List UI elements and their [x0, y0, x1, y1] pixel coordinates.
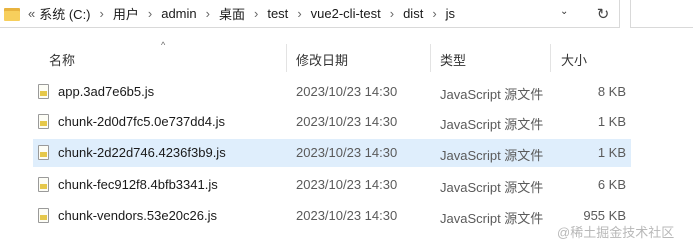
- column-header-name[interactable]: 名称: [49, 50, 75, 69]
- column-divider[interactable]: [430, 44, 431, 72]
- file-size: 1 KB: [597, 145, 626, 160]
- file-row[interactable]: chunk-2d0d7fc5.0e737dd4.js 2023/10/23 14:…: [33, 108, 631, 136]
- file-date-modified: 2023/10/23 14:30: [296, 145, 398, 160]
- address-bar[interactable]: « 系统 (C:) › 用户 › admin › 桌面 › test › vue2-cli-test…: [0, 0, 620, 28]
- breadcrumb-separator-icon[interactable]: ›: [148, 6, 152, 21]
- file-date-modified: 2023/10/23 14:30: [296, 114, 398, 129]
- file-size: 955 KB: [583, 208, 626, 223]
- breadcrumb-separator-icon[interactable]: ›: [206, 6, 210, 21]
- file-name: chunk-vendors.53e20c26.js: [58, 208, 217, 223]
- js-file-icon: [38, 145, 49, 160]
- file-name: app.3ad7e6b5.js: [58, 84, 155, 99]
- refresh-icon[interactable]: ↻: [592, 4, 614, 24]
- column-header-type[interactable]: 类型: [440, 50, 466, 69]
- file-row[interactable]: chunk-fec912f8.4bfb3341.js 2023/10/23 14:…: [33, 171, 631, 199]
- breadcrumb-item[interactable]: 用户: [113, 4, 139, 23]
- breadcrumb-item[interactable]: dist: [403, 6, 423, 21]
- js-file-icon: [38, 84, 49, 99]
- file-name: chunk-2d22d746.4236f3b9.js: [58, 145, 226, 160]
- breadcrumb-item[interactable]: 系统 (C:): [39, 4, 90, 23]
- js-file-icon: [38, 177, 49, 192]
- file-type: JavaScript 源文件: [440, 87, 544, 102]
- breadcrumb-overflow[interactable]: «: [28, 6, 35, 21]
- breadcrumb-separator-icon[interactable]: ›: [432, 6, 436, 21]
- search-input[interactable]: [630, 0, 693, 28]
- file-date-modified: 2023/10/23 14:30: [296, 208, 398, 223]
- file-type: JavaScript 源文件: [440, 180, 544, 195]
- file-row[interactable]: chunk-2d22d746.4236f3b9.js 2023/10/23 14:…: [33, 139, 631, 167]
- js-file-icon: [38, 114, 49, 129]
- breadcrumb-item[interactable]: test: [267, 6, 288, 21]
- breadcrumb-item[interactable]: 桌面: [219, 4, 245, 23]
- folder-icon: [4, 6, 22, 22]
- chevron-down-icon[interactable]: ⌄: [560, 6, 568, 17]
- file-size: 8 KB: [597, 84, 626, 99]
- file-row[interactable]: app.3ad7e6b5.js 2023/10/23 14:30 JavaScrip…: [33, 78, 631, 106]
- file-size: 6 KB: [597, 177, 626, 192]
- breadcrumb-item[interactable]: admin: [161, 6, 196, 21]
- js-file-icon: [38, 208, 49, 223]
- file-type: JavaScript 源文件: [440, 117, 544, 132]
- breadcrumb-separator-icon[interactable]: ›: [297, 6, 301, 21]
- file-row[interactable]: chunk-vendors.53e20c26.js 2023/10/23 14:3…: [33, 202, 631, 230]
- column-header-row: ^ 名称 修改日期 类型 大小: [0, 40, 693, 74]
- breadcrumb-separator-icon[interactable]: ›: [390, 6, 394, 21]
- address-bar-row: « 系统 (C:) › 用户 › admin › 桌面 › test › vue2-cli-test…: [0, 0, 693, 30]
- breadcrumb-item[interactable]: js: [446, 6, 455, 21]
- file-name: chunk-2d0d7fc5.0e737dd4.js: [58, 114, 225, 129]
- watermark: @稀土掘金技术社区: [557, 225, 675, 240]
- breadcrumb-separator-icon[interactable]: ›: [100, 6, 104, 21]
- column-divider[interactable]: [286, 44, 287, 72]
- file-date-modified: 2023/10/23 14:30: [296, 84, 398, 99]
- file-date-modified: 2023/10/23 14:30: [296, 177, 398, 192]
- file-type: JavaScript 源文件: [440, 211, 544, 226]
- file-name: chunk-fec912f8.4bfb3341.js: [58, 177, 218, 192]
- column-header-size[interactable]: 大小: [561, 50, 587, 69]
- sort-ascending-icon: ^: [161, 40, 166, 50]
- column-divider[interactable]: [550, 44, 551, 72]
- file-size: 1 KB: [597, 114, 626, 129]
- breadcrumb-separator-icon[interactable]: ›: [254, 6, 258, 21]
- column-header-date[interactable]: 修改日期: [296, 50, 348, 69]
- breadcrumb: 系统 (C:) › 用户 › admin › 桌面 › test › vue2-cli-test › d…: [39, 4, 455, 23]
- file-type: JavaScript 源文件: [440, 148, 544, 163]
- breadcrumb-item[interactable]: vue2-cli-test: [311, 6, 381, 21]
